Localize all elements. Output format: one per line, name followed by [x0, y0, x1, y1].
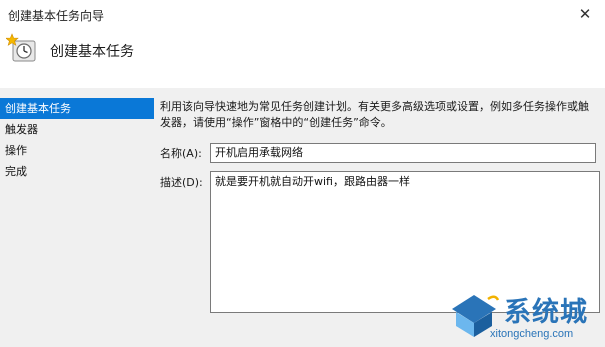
sidebar-item-label: 触发器: [5, 123, 38, 136]
title-bar: 创建基本任务向导 ✕: [0, 0, 605, 30]
description-label: 描述(D):: [160, 176, 203, 189]
name-input[interactable]: 开机启用承载网络: [210, 143, 596, 163]
sidebar-item-finish[interactable]: 完成: [0, 161, 154, 182]
wizard-description: 利用该向导快速地为常见任务创建计划。有关更多高级选项或设置，例如多任务操作或触发…: [160, 100, 589, 129]
sidebar-item-trigger[interactable]: 触发器: [0, 119, 154, 140]
page-heading: 创建基本任务: [50, 44, 134, 60]
sidebar-item-action[interactable]: 操作: [0, 140, 154, 161]
task-clock-icon: [5, 33, 38, 65]
wizard-content: 利用该向导快速地为常见任务创建计划。有关更多高级选项或设置，例如多任务操作或触发…: [156, 98, 600, 313]
sidebar-item-label: 创建基本任务: [5, 102, 71, 115]
name-label: 名称(A):: [160, 147, 202, 160]
sidebar-item-create-basic-task[interactable]: 创建基本任务: [0, 98, 154, 119]
window-title: 创建基本任务向导: [8, 9, 105, 23]
wizard-header: 创建基本任务: [0, 30, 605, 88]
sidebar-item-label: 完成: [5, 165, 27, 178]
watermark-text-cn: 系统城: [504, 297, 588, 328]
sidebar-item-label: 操作: [5, 144, 27, 157]
site-watermark: 系统城 xitongcheng.com: [448, 288, 603, 345]
task-wizard-window: 创建基本任务向导 ✕ 创建基本任务 创建基本任务 触发器 操作 完成 利用该向导…: [0, 0, 605, 347]
wizard-steps-sidebar: 创建基本任务 触发器 操作 完成: [0, 98, 154, 182]
close-button[interactable]: ✕: [574, 4, 596, 24]
watermark-text-en: xitongcheng.com: [490, 328, 574, 340]
